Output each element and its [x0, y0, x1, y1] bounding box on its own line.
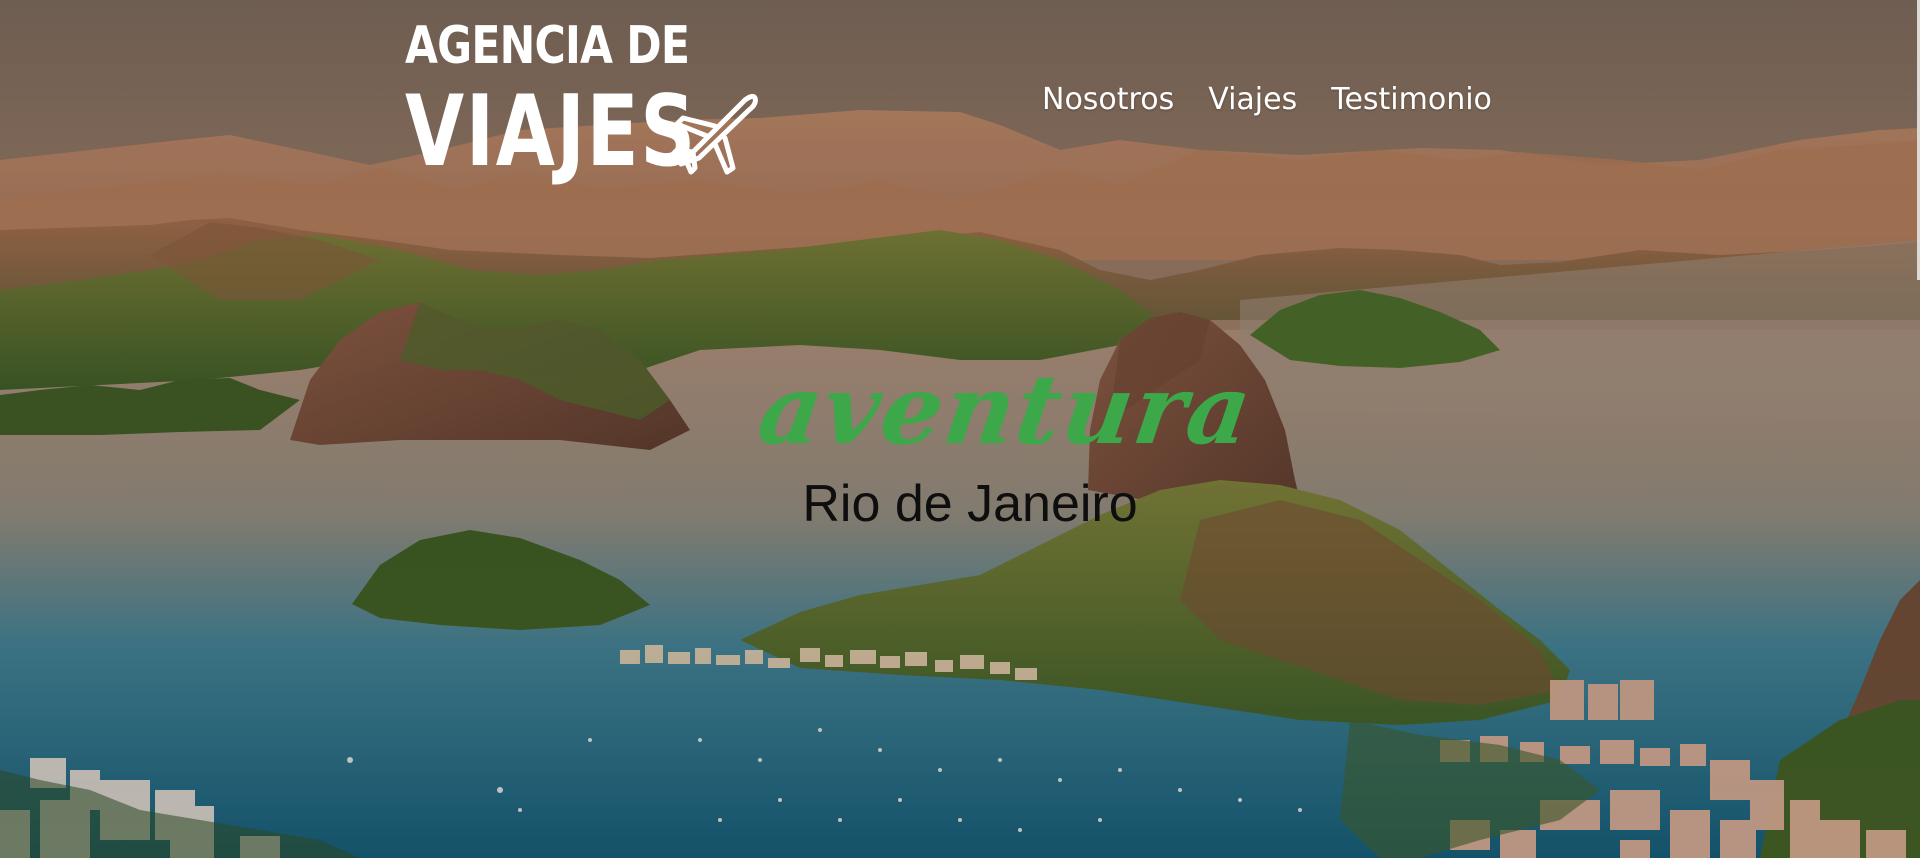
logo-line-agencia: AGENCIA DE	[405, 16, 690, 76]
airplane-icon	[670, 93, 758, 175]
hero-subtitle: Rio de Janeiro	[802, 475, 1138, 533]
nav-link-nosotros[interactable]: Nosotros	[1042, 82, 1174, 118]
hero-tagline: aventura	[752, 353, 1260, 466]
main-nav: Nosotros Viajes Testimonio	[1042, 82, 1492, 118]
site-logo[interactable]: AGENCIA DE VIAJES	[405, 16, 765, 182]
logo-line-viajes: VIAJES	[405, 75, 697, 189]
nav-link-viajes[interactable]: Viajes	[1208, 82, 1297, 118]
site-header: AGENCIA DE VIAJES Nosotros Viajes Testim…	[0, 0, 1920, 182]
nav-link-testimonio[interactable]: Testimonio	[1331, 82, 1492, 118]
